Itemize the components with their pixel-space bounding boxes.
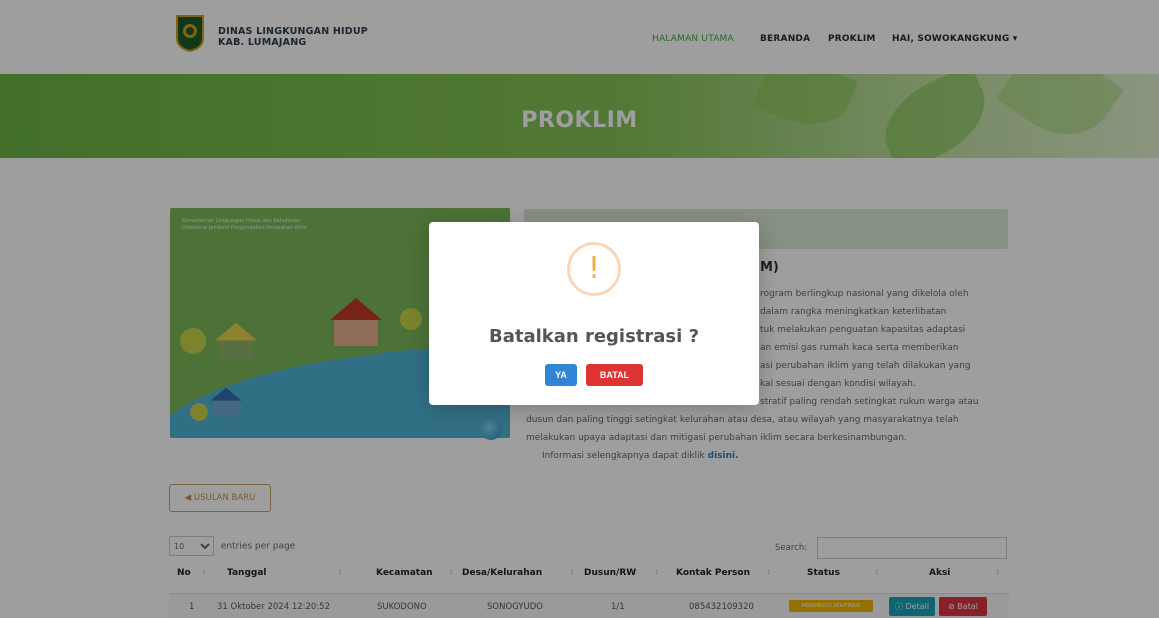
cancel-button[interactable]: BATAL [586,364,643,386]
warning-icon: ! [567,242,621,296]
dialog-title: Batalkan registrasi ? [488,326,700,347]
warning-icon-glyph: ! [587,251,601,286]
confirm-dialog: ! Batalkan registrasi ? YA BATAL [429,222,759,405]
confirm-button[interactable]: YA [545,364,577,386]
